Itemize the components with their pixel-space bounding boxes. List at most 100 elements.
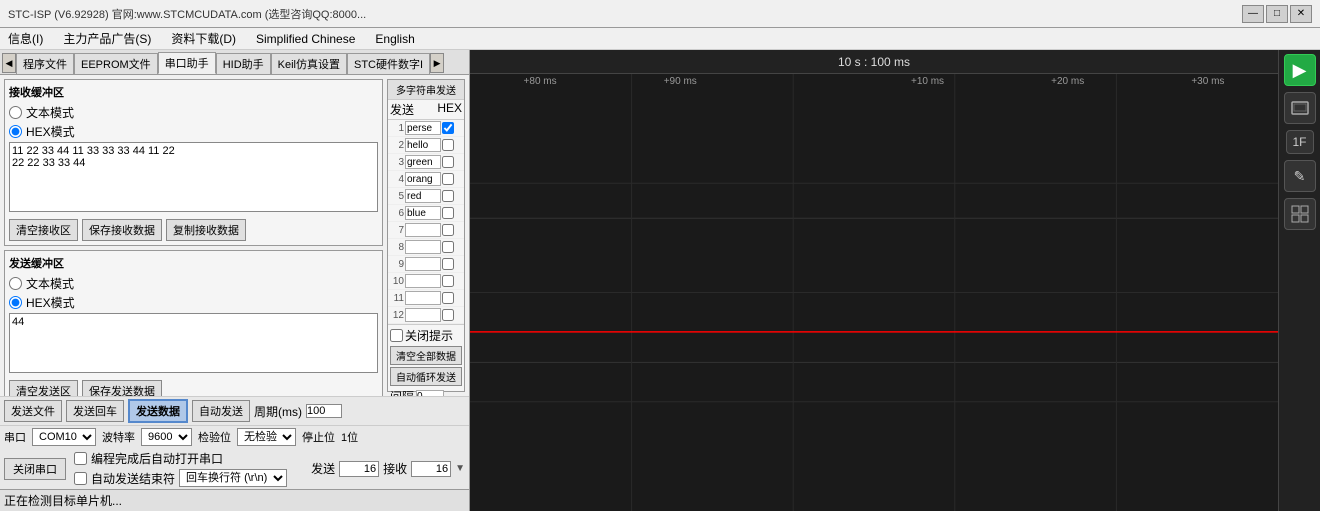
scope-time-label: 10 s : 100 ms — [838, 55, 910, 69]
clear-all-button[interactable]: 清空全部数据 — [390, 346, 462, 365]
save-send-button[interactable]: 保存发送数据 — [82, 380, 162, 396]
copy-receive-button[interactable]: 复制接收数据 — [166, 219, 246, 241]
multi-item-input[interactable] — [405, 121, 441, 135]
hex-button[interactable]: 1F — [1286, 130, 1314, 154]
baud-label: 波特率 — [102, 429, 135, 445]
multi-item-num: 12 — [390, 310, 404, 321]
menu-info[interactable]: 信息(I) — [4, 28, 47, 49]
send-file-button[interactable]: 发送文件 — [4, 400, 62, 422]
multi-item: 10 — [388, 273, 464, 290]
recv-text-radio[interactable] — [9, 106, 22, 119]
multi-item-hex-checkbox[interactable] — [442, 173, 454, 185]
multi-item-input[interactable] — [405, 172, 441, 186]
multi-item-hex-checkbox[interactable] — [442, 275, 454, 287]
clear-send-button[interactable]: 清空发送区 — [9, 380, 78, 396]
tab-eeprom[interactable]: EEPROM文件 — [74, 53, 158, 74]
menu-products[interactable]: 主力产品广告(S) — [59, 28, 155, 49]
end-char-select[interactable]: 回车换行符 (\r\n) — [179, 469, 287, 487]
multi-item-input[interactable] — [405, 138, 441, 152]
pen-button[interactable]: ✎ — [1284, 160, 1316, 192]
auto-send-checkbox[interactable] — [74, 472, 87, 485]
tab-hid[interactable]: HID助手 — [216, 53, 271, 74]
multi-item-hex-checkbox[interactable] — [442, 156, 454, 168]
grid-button[interactable] — [1284, 198, 1316, 230]
menu-simplified-chinese[interactable]: Simplified Chinese — [252, 30, 359, 48]
baud-select[interactable]: 9600 — [141, 428, 192, 446]
auto-loop-button[interactable]: 自动循环发送 — [390, 367, 462, 386]
close-hint-checkbox[interactable] — [390, 329, 403, 342]
multi-hex-col: HEX — [437, 101, 462, 118]
scope-right-controls: ▶ 1F ✎ — [1278, 50, 1320, 511]
menu-english[interactable]: English — [371, 30, 418, 48]
tab-stc-hardware[interactable]: STC硬件数字I — [347, 53, 430, 74]
period-label: 周期(ms) — [254, 403, 302, 420]
play-button[interactable]: ▶ — [1284, 54, 1316, 86]
receive-textarea[interactable] — [9, 142, 378, 212]
minimize-button[interactable]: — — [1242, 5, 1264, 23]
send-text-label: 文本模式 — [26, 275, 74, 292]
multi-item-hex-checkbox[interactable] — [442, 190, 454, 202]
period-input[interactable] — [306, 404, 342, 418]
menu-download[interactable]: 资料下载(D) — [167, 28, 240, 49]
save-receive-button[interactable]: 保存接收数据 — [82, 219, 162, 241]
close-button[interactable]: ✕ — [1290, 5, 1312, 23]
multi-item-input[interactable] — [405, 291, 441, 305]
close-hint-label: 关闭提示 — [405, 327, 453, 344]
multi-item-input[interactable] — [405, 206, 441, 220]
multi-item-hex-checkbox[interactable] — [442, 207, 454, 219]
multi-item-hex-checkbox[interactable] — [442, 139, 454, 151]
multi-item-input[interactable] — [405, 240, 441, 254]
multi-item-hex-checkbox[interactable] — [442, 258, 454, 270]
multi-item: 8 — [388, 239, 464, 256]
interval-label: 间隔 — [390, 388, 414, 396]
clear-receive-button[interactable]: 清空接收区 — [9, 219, 78, 241]
multi-item-num: 6 — [390, 208, 404, 219]
screen-button[interactable] — [1284, 92, 1316, 124]
multi-item-input[interactable] — [405, 189, 441, 203]
send-textarea[interactable] — [9, 313, 378, 373]
tab-prev-button[interactable]: ◀ — [2, 53, 16, 73]
status-bar: 正在检测目标单片机... — [0, 489, 469, 511]
status-text: 正在检测目标单片机... — [4, 494, 122, 508]
send-count-input[interactable] — [339, 461, 379, 477]
open-port-button[interactable]: 关闭串口 — [4, 458, 66, 480]
multi-item-input[interactable] — [405, 308, 441, 322]
send-hex-radio[interactable] — [9, 296, 22, 309]
recv-count-input[interactable] — [411, 461, 451, 477]
recv-hex-radio[interactable] — [9, 125, 22, 138]
check-bar: 关闭串口 编程完成后自动打开串口 自动发送结束符 回车换行符 (\r\n) 发送… — [0, 448, 469, 489]
tab-serial-helper[interactable]: 串口助手 — [158, 52, 216, 74]
port-select[interactable]: COM10 — [32, 428, 96, 446]
multi-item-num: 7 — [390, 225, 404, 236]
multi-item: 6 — [388, 205, 464, 222]
maximize-button[interactable]: □ — [1266, 5, 1288, 23]
multi-item-num: 1 — [390, 123, 404, 134]
auto-send-button[interactable]: 自动发送 — [192, 400, 250, 422]
multi-item-hex-checkbox[interactable] — [442, 292, 454, 304]
scope-header: 10 s : 100 ms — [470, 50, 1278, 74]
tab-next-button[interactable]: ▶ — [430, 53, 444, 73]
send-data-button[interactable]: 发送数据 — [128, 399, 188, 423]
send-text-radio[interactable] — [9, 277, 22, 290]
receive-buffer-group: 接收缓冲区 文本模式 HEX模式 清空接收区 保存接收数据 复制接收数据 — [4, 79, 383, 246]
recv-count-label: 接收 — [383, 460, 407, 477]
recv-text-label: 文本模式 — [26, 104, 74, 121]
receive-hex-mode-row: HEX模式 — [9, 123, 378, 140]
multi-item-input[interactable] — [405, 155, 441, 169]
multi-item-hex-checkbox[interactable] — [442, 122, 454, 134]
multi-item: 7 — [388, 222, 464, 239]
scroll-indicator[interactable]: ▼ — [455, 463, 465, 474]
multi-item-hex-checkbox[interactable] — [442, 309, 454, 321]
parity-select[interactable]: 无检验 — [237, 428, 296, 446]
multi-item-hex-checkbox[interactable] — [442, 224, 454, 236]
multi-items-container: 123456789101112 — [388, 120, 464, 324]
tab-keil[interactable]: Keil仿真设置 — [271, 53, 347, 74]
send-enter-button[interactable]: 发送回车 — [66, 400, 124, 422]
tab-program-file[interactable]: 程序文件 — [16, 53, 74, 74]
multi-item-input[interactable] — [405, 223, 441, 237]
stop-value: 1位 — [341, 429, 358, 445]
multi-item-input[interactable] — [405, 257, 441, 271]
multi-item-hex-checkbox[interactable] — [442, 241, 454, 253]
auto-open-checkbox[interactable] — [74, 452, 87, 465]
multi-item-input[interactable] — [405, 274, 441, 288]
